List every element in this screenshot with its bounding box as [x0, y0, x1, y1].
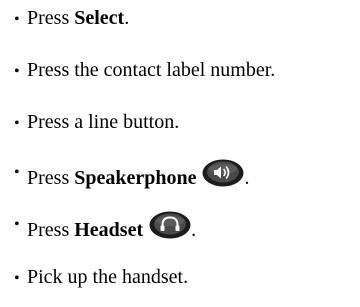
step-text: Pick up the handset. [27, 266, 189, 288]
headset-icon [149, 211, 191, 239]
step-press-contact-label: • Press the contact label number. [14, 58, 275, 84]
bullet: • [14, 63, 20, 80]
step-text: . [124, 7, 130, 29]
bullet: • [14, 216, 20, 233]
step-text: Press [27, 7, 75, 29]
bullet: • [14, 115, 20, 132]
step-press-headset: • Press Headset . [14, 211, 196, 242]
step-press-speakerphone: • Press Speakerphone . [14, 159, 249, 190]
speakerphone-icon [202, 159, 244, 187]
step-pick-up-handset: • Pick up the handset. [14, 265, 188, 291]
speakerphone-key-label: Speakerphone [74, 167, 197, 189]
bullet: • [14, 164, 20, 181]
step-text: Press [27, 219, 75, 241]
step-text: Press the contact label number. [27, 59, 276, 81]
step-text: Press a line button. [27, 111, 180, 133]
headset-key-label: Headset [74, 219, 144, 241]
step-text: Press [27, 167, 75, 189]
step-text: . [191, 219, 197, 241]
step-text: . [244, 167, 250, 189]
bullet: • [14, 11, 20, 28]
select-key-label: Select [74, 7, 125, 29]
step-press-line-button: • Press a line button. [14, 110, 179, 136]
bullet: • [14, 270, 20, 287]
step-press-select: • Press Select. [14, 6, 129, 32]
